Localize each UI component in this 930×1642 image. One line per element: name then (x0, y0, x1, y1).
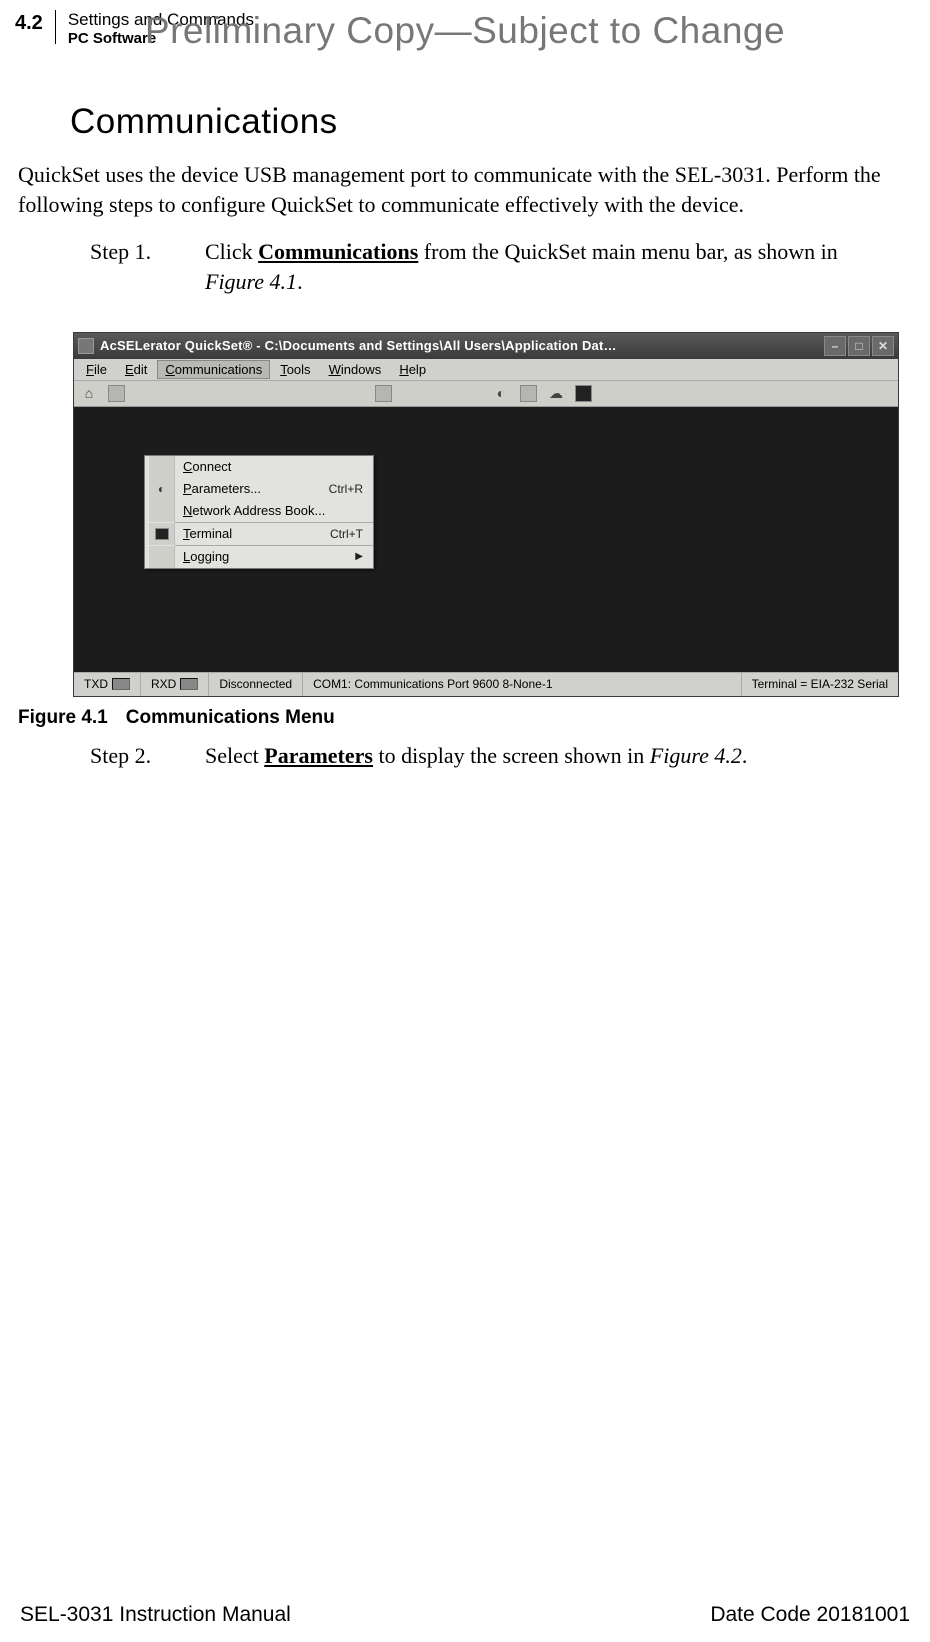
toolbar-icon-2[interactable] (375, 385, 392, 402)
chapter-title: Settings and Commands (68, 10, 254, 30)
menu-item-parameters[interactable]: ◐ Parameters... Ctrl+R (145, 478, 373, 500)
terminal-icon[interactable] (575, 385, 592, 402)
menu-edit[interactable]: Edit (117, 360, 155, 379)
page-header: 4.2 Settings and Commands PC Software (0, 0, 930, 47)
menu-tools[interactable]: Tools (272, 360, 318, 379)
blank-icon (149, 456, 175, 478)
step-label: Step 2. (90, 741, 205, 771)
close-button[interactable]: ✕ (872, 336, 894, 356)
toolbar-icon-1[interactable] (108, 385, 125, 402)
step-label: Step 1. (90, 237, 205, 296)
txd-led-icon (112, 678, 130, 690)
blank-icon (149, 546, 175, 568)
figure-title: Communications Menu (126, 707, 335, 728)
step-text: Select Parameters to display the screen … (205, 741, 900, 771)
step-2: Step 2. Select Parameters to display the… (90, 741, 900, 771)
status-port: COM1: Communications Port 9600 8-None-1 (303, 673, 742, 696)
page-number: 4.2 (15, 10, 56, 44)
section-subtitle: PC Software (68, 30, 254, 47)
menu-help[interactable]: Help (391, 360, 434, 379)
figure-number: Figure 4.1 (18, 707, 108, 728)
home-icon[interactable]: ⌂ (80, 386, 98, 400)
maximize-button[interactable]: □ (848, 336, 870, 356)
title-bar[interactable]: AcSELerator QuickSet® - C:\Documents and… (74, 333, 898, 359)
footer-right: Date Code 20181001 (710, 1603, 910, 1627)
rxd-led-icon (180, 678, 198, 690)
intro-paragraph: QuickSet uses the device USB management … (18, 160, 900, 219)
menu-communications[interactable]: Communications (157, 360, 270, 379)
communications-dropdown: Connect ◐ Parameters... Ctrl+R Network A… (144, 455, 374, 569)
status-txd: TXD (74, 673, 141, 696)
submenu-arrow-icon: ▶ (355, 551, 363, 562)
app-icon (78, 338, 94, 354)
toolbar: ⌂ ◐ ☁ (74, 381, 898, 407)
terminal-icon (149, 523, 175, 545)
menu-item-logging[interactable]: Logging ▶ (145, 546, 373, 568)
globe-icon: ◐ (149, 478, 175, 500)
app-window: AcSELerator QuickSet® - C:\Documents and… (73, 332, 899, 697)
step-1: Step 1. Click Communications from the Qu… (90, 237, 900, 296)
minimize-button[interactable]: – (824, 336, 846, 356)
window-title: AcSELerator QuickSet® - C:\Documents and… (100, 338, 824, 353)
menu-item-connect[interactable]: Connect (145, 456, 373, 478)
page-footer: SEL-3031 Instruction Manual Date Code 20… (0, 1603, 930, 1627)
toolbar-icon-3[interactable] (520, 385, 537, 402)
step-text: Click Communications from the QuickSet m… (205, 237, 900, 296)
menu-bar: File Edit Communications Tools Windows H… (74, 359, 898, 381)
footer-left: SEL-3031 Instruction Manual (20, 1603, 291, 1627)
figure-caption: Figure 4.1 Communications Menu (18, 707, 930, 729)
menu-item-terminal[interactable]: Terminal Ctrl+T (145, 523, 373, 545)
status-connection: Disconnected (209, 673, 303, 696)
status-bar: TXD RXD Disconnected COM1: Communication… (74, 672, 898, 696)
menu-windows[interactable]: Windows (321, 360, 390, 379)
status-rxd: RXD (141, 673, 209, 696)
status-terminal: Terminal = EIA-232 Serial (742, 673, 898, 696)
globe-icon[interactable]: ◐ (492, 386, 510, 400)
cloud-icon[interactable]: ☁ (547, 386, 565, 400)
menu-file[interactable]: File (78, 360, 115, 379)
menu-item-network-address-book[interactable]: Network Address Book... (145, 500, 373, 522)
blank-icon (149, 500, 175, 522)
subsection-heading: Communications (70, 102, 930, 142)
